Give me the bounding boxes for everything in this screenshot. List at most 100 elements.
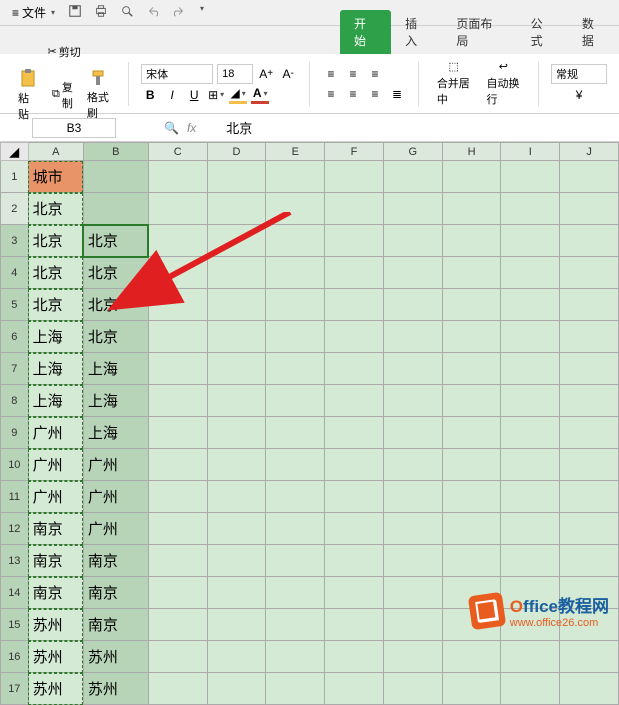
cell[interactable] [148,161,207,193]
wrap-text-button[interactable]: ↩ 自动换行 [481,56,527,111]
col-header-B[interactable]: B [83,143,148,161]
cell[interactable] [325,609,384,641]
cell[interactable] [501,417,560,449]
tab-home[interactable]: 开始 [340,10,391,54]
cell[interactable] [442,193,501,225]
cell[interactable] [383,449,442,481]
italic-button[interactable]: I [163,86,181,104]
cell[interactable]: 北京 [83,257,148,289]
cell[interactable] [266,289,325,321]
cell[interactable] [325,289,384,321]
cell[interactable] [325,577,384,609]
cell[interactable] [325,673,384,705]
cell[interactable]: 上海 [83,353,148,385]
cell[interactable] [207,353,266,385]
cell[interactable]: 苏州 [83,641,148,673]
cell[interactable] [383,577,442,609]
col-header-I[interactable]: I [501,143,560,161]
cell[interactable] [207,641,266,673]
row-header[interactable]: 2 [1,193,29,225]
tab-insert[interactable]: 插入 [391,10,442,54]
cell[interactable] [325,449,384,481]
cell[interactable] [266,673,325,705]
cell[interactable]: 广州 [83,513,148,545]
cell[interactable] [560,321,619,353]
col-header-E[interactable]: E [266,143,325,161]
cell[interactable] [560,641,619,673]
cell[interactable] [442,353,501,385]
cell[interactable] [207,257,266,289]
cell[interactable]: 南京 [83,609,148,641]
cell[interactable] [560,289,619,321]
cell[interactable]: 苏州 [28,609,83,641]
cell[interactable] [325,193,384,225]
cell[interactable] [442,417,501,449]
cell[interactable] [501,481,560,513]
cell[interactable] [266,609,325,641]
cell[interactable] [501,161,560,193]
bold-button[interactable]: B [141,86,159,104]
row-header[interactable]: 3 [1,225,29,257]
cell[interactable]: 广州 [28,449,83,481]
cell[interactable] [383,417,442,449]
merge-center-button[interactable]: ⬚ 合并居中 [431,56,477,111]
cell[interactable] [325,417,384,449]
cell[interactable] [560,417,619,449]
row-header[interactable]: 9 [1,417,29,449]
col-header-F[interactable]: F [325,143,384,161]
cell[interactable] [383,385,442,417]
row-header[interactable]: 11 [1,481,29,513]
cell[interactable] [83,193,148,225]
cell[interactable]: 苏州 [83,673,148,705]
cell[interactable]: 广州 [28,417,83,449]
cell[interactable] [207,513,266,545]
cell[interactable] [560,353,619,385]
format-painter-button[interactable]: 格式刷 [81,65,116,125]
cell[interactable] [383,641,442,673]
cell[interactable] [148,257,207,289]
cell[interactable] [501,673,560,705]
cell[interactable]: 上海 [83,385,148,417]
cell[interactable] [560,673,619,705]
cell[interactable] [501,321,560,353]
cell[interactable] [560,449,619,481]
print-icon[interactable] [91,2,111,23]
row-header[interactable]: 16 [1,641,29,673]
row-header[interactable]: 6 [1,321,29,353]
cell[interactable]: 上海 [28,353,83,385]
row-header[interactable]: 7 [1,353,29,385]
cell[interactable] [560,385,619,417]
cell[interactable] [207,481,266,513]
cell[interactable]: 广州 [28,481,83,513]
cell[interactable]: 城市 [28,161,83,193]
font-color-button[interactable]: A▾ [251,86,269,104]
cell[interactable] [207,609,266,641]
cell[interactable] [383,481,442,513]
cell[interactable]: 上海 [28,385,83,417]
align-center-icon[interactable]: ≡ [344,85,362,103]
undo-icon[interactable] [143,2,163,23]
cell[interactable] [266,161,325,193]
cell[interactable] [442,225,501,257]
align-middle-icon[interactable]: ≡ [344,65,362,83]
cell[interactable] [325,385,384,417]
cell[interactable] [383,321,442,353]
cell[interactable] [442,641,501,673]
cell[interactable] [207,577,266,609]
row-header[interactable]: 14 [1,577,29,609]
decrease-font-icon[interactable]: A- [279,65,297,83]
cell[interactable] [383,161,442,193]
cell[interactable] [148,577,207,609]
zoom-icon[interactable]: 🔍 [164,121,179,135]
row-header[interactable]: 15 [1,609,29,641]
cell[interactable] [442,321,501,353]
cell[interactable] [266,417,325,449]
cell[interactable]: 北京 [83,225,148,257]
cell[interactable] [325,161,384,193]
cell[interactable] [266,641,325,673]
row-header[interactable]: 10 [1,449,29,481]
cell[interactable] [207,289,266,321]
row-header[interactable]: 4 [1,257,29,289]
col-header-G[interactable]: G [383,143,442,161]
cell[interactable]: 南京 [28,577,83,609]
